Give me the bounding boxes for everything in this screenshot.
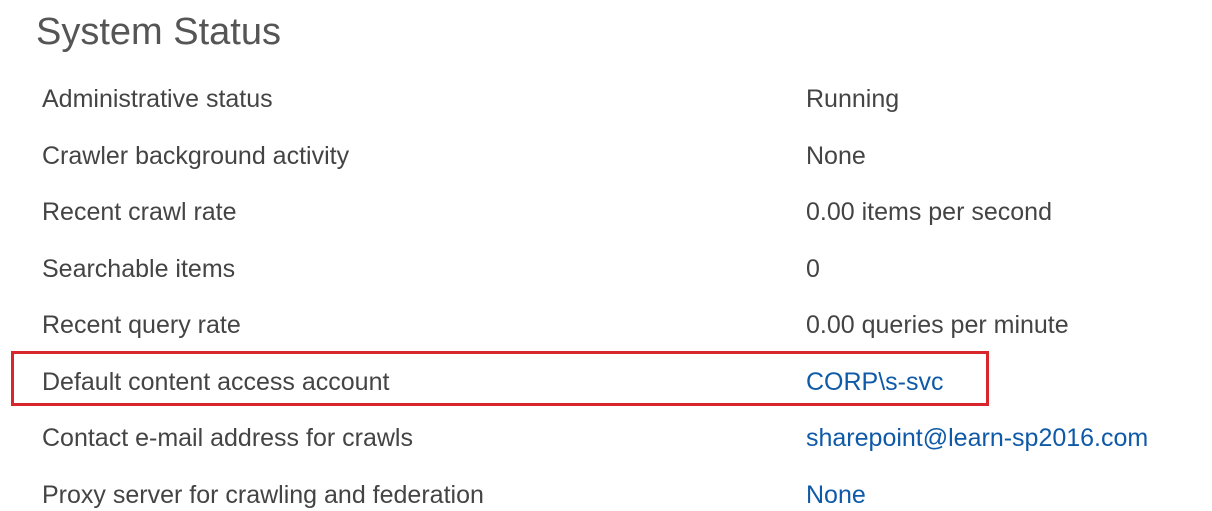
row-label: Recent crawl rate <box>42 198 237 226</box>
row-label: Administrative status <box>42 85 273 113</box>
default-content-access-account-link[interactable]: CORP\s-svc <box>806 354 944 410</box>
proxy-server-link[interactable]: None <box>806 467 866 511</box>
row-value: Running <box>806 85 900 113</box>
row-label: Crawler background activity <box>42 141 350 170</box>
row-label: Proxy server for crawling and federation <box>42 480 484 509</box>
row-value: None <box>806 141 866 170</box>
row-label: Default content access account <box>42 367 390 396</box>
status-row-searchable-items: Searchable items 0 <box>0 241 1212 298</box>
contact-email-link[interactable]: sharepoint@learn-sp2016.com <box>806 410 1148 466</box>
status-row-recent-crawl-rate: Recent crawl rate 0.00 items per second <box>0 184 1212 241</box>
status-row-administrative-status: Administrative status Running <box>0 71 1212 128</box>
row-label: Searchable items <box>42 254 236 283</box>
status-row-proxy-server: Proxy server for crawling and federation… <box>0 467 1212 511</box>
row-label: Recent query rate <box>42 311 241 339</box>
status-row-recent-query-rate: Recent query rate 0.00 queries per minut… <box>0 297 1212 354</box>
status-row-default-content-access-account: Default content access account CORP\s-sv… <box>0 354 1212 411</box>
system-status-table: Administrative status Running Crawler ba… <box>0 71 1212 511</box>
row-value: 0 <box>806 254 820 283</box>
status-row-contact-email: Contact e-mail address for crawls sharep… <box>0 410 1212 467</box>
row-value: 0.00 items per second <box>806 198 1052 226</box>
row-value: 0.00 queries per minute <box>806 311 1069 339</box>
status-row-crawler-background-activity: Crawler background activity None <box>0 128 1212 185</box>
row-label: Contact e-mail address for crawls <box>42 424 413 452</box>
page-title: System Status <box>36 11 281 53</box>
